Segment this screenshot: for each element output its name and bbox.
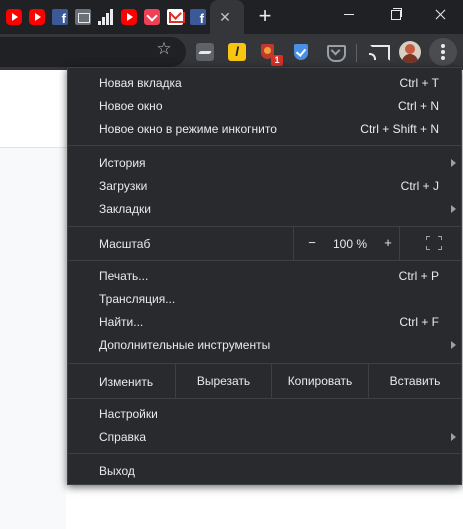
toolbar-divider bbox=[356, 44, 357, 62]
menu-item-shortcut: Ctrl + F bbox=[399, 315, 439, 329]
menu-item-label: История bbox=[99, 156, 146, 170]
chrome-main-menu: Новая вкладка Ctrl + T Новое окно Ctrl +… bbox=[67, 67, 462, 485]
menu-item-label: Настройки bbox=[99, 407, 158, 421]
restore-button[interactable] bbox=[372, 0, 418, 30]
menu-zoom-row: Масштаб − 100 % + bbox=[68, 226, 461, 260]
zoom-out-button[interactable]: − bbox=[304, 235, 320, 251]
facebook-letter: f bbox=[199, 11, 204, 26]
pocket-icon[interactable] bbox=[144, 9, 160, 25]
menu-item-shortcut: Ctrl + T bbox=[399, 76, 439, 90]
tab-strip: f f ✕ + bbox=[0, 0, 463, 34]
menu-item-shortcut: Ctrl + P bbox=[398, 269, 439, 283]
menu-item-shortcut: Ctrl + Shift + N bbox=[360, 122, 439, 136]
menu-item-cast[interactable]: Трансляция... bbox=[68, 288, 461, 311]
window-close-button[interactable] bbox=[417, 0, 463, 30]
menu-item-label: Трансляция... bbox=[99, 292, 176, 306]
menu-item-bookmarks[interactable]: Закладки bbox=[68, 198, 461, 221]
menu-item-more-tools[interactable]: Дополнительные инструменты bbox=[68, 334, 461, 357]
menu-item-print[interactable]: Печать... Ctrl + P bbox=[68, 265, 461, 288]
new-tab-button[interactable]: + bbox=[253, 4, 277, 28]
menu-item-label: Справка bbox=[99, 430, 147, 444]
menu-item-shortcut: Ctrl + N bbox=[397, 99, 439, 113]
youtube-icon[interactable] bbox=[29, 9, 45, 25]
menu-item-label: Выход bbox=[99, 464, 135, 478]
copy-button[interactable]: Копировать bbox=[271, 364, 368, 398]
page-content bbox=[0, 70, 66, 148]
submenu-arrow-icon bbox=[451, 205, 456, 213]
facebook-icon[interactable]: f bbox=[52, 9, 68, 26]
zoom-in-button[interactable]: + bbox=[380, 235, 396, 251]
submenu-arrow-icon bbox=[451, 341, 456, 349]
menu-item-incognito[interactable]: Новое окно в режиме инкогнито Ctrl + Shi… bbox=[68, 118, 461, 141]
menu-separator bbox=[68, 453, 461, 454]
menu-separator bbox=[68, 398, 461, 399]
submenu-arrow-icon bbox=[451, 433, 456, 441]
menu-item-downloads[interactable]: Загрузки Ctrl + J bbox=[68, 175, 461, 198]
avatar[interactable] bbox=[399, 41, 421, 63]
menu-item-find[interactable]: Найти... Ctrl + F bbox=[68, 311, 461, 334]
facebook-letter: f bbox=[61, 11, 66, 26]
pocket-icon[interactable] bbox=[326, 43, 346, 62]
menu-item-new-window[interactable]: Новое окно Ctrl + N bbox=[68, 95, 461, 118]
submenu-arrow-icon bbox=[451, 159, 456, 167]
youtube-icon[interactable] bbox=[6, 9, 22, 25]
ublock-badge: 1 bbox=[271, 55, 283, 66]
menu-item-settings[interactable]: Настройки bbox=[68, 403, 461, 426]
menu-kebab-icon[interactable] bbox=[429, 38, 457, 66]
menu-separator bbox=[68, 145, 461, 146]
menu-item-label: Закладки bbox=[99, 202, 151, 216]
menu-item-label: Найти... bbox=[99, 315, 144, 329]
facebook-icon[interactable]: f bbox=[190, 9, 206, 26]
menu-item-history[interactable]: История bbox=[68, 152, 461, 175]
menu-item-label: Загрузки bbox=[99, 179, 148, 193]
menu-separator bbox=[68, 260, 461, 261]
fullscreen-icon[interactable] bbox=[426, 236, 442, 250]
menu-item-label: Печать... bbox=[99, 269, 149, 283]
minimize-button[interactable] bbox=[326, 0, 372, 30]
menu-item-new-tab[interactable]: Новая вкладка Ctrl + T bbox=[68, 72, 461, 95]
edit-label: Изменить bbox=[99, 375, 154, 389]
page-background bbox=[0, 148, 66, 529]
gmail-icon[interactable] bbox=[167, 9, 185, 25]
cast-icon[interactable] bbox=[368, 43, 390, 61]
zoom-label: Масштаб bbox=[99, 237, 151, 251]
menu-item-exit[interactable]: Выход bbox=[68, 460, 461, 483]
shield-check-icon[interactable] bbox=[292, 43, 310, 61]
adblock-icon[interactable] bbox=[196, 43, 214, 61]
cut-button[interactable]: Вырезать bbox=[175, 364, 271, 398]
menu-item-help[interactable]: Справка bbox=[68, 426, 461, 449]
toolbar: ☆ l bbox=[0, 34, 463, 70]
menu-item-label: Дополнительные инструменты bbox=[99, 338, 271, 352]
l-extension-icon[interactable]: l bbox=[228, 43, 246, 61]
signal-bars-icon[interactable] bbox=[98, 9, 114, 25]
menu-item-label: Новая вкладка bbox=[99, 76, 182, 90]
zoom-level: 100 % bbox=[332, 237, 368, 251]
menu-item-label: Новое окно bbox=[99, 99, 163, 113]
youtube-icon[interactable] bbox=[121, 9, 137, 25]
menu-item-shortcut: Ctrl + J bbox=[400, 179, 439, 193]
bookmark-star-icon[interactable]: ☆ bbox=[154, 39, 174, 59]
close-icon[interactable]: ✕ bbox=[216, 8, 234, 26]
paste-button[interactable]: Вставить bbox=[368, 364, 461, 398]
menu-item-label: Новое окно в режиме инкогнито bbox=[99, 122, 277, 136]
menu-edit-row: Изменить Вырезать Копировать Вставить bbox=[68, 364, 461, 398]
zoom-controls: − 100 % + bbox=[293, 226, 400, 260]
camera-icon[interactable] bbox=[75, 9, 91, 25]
